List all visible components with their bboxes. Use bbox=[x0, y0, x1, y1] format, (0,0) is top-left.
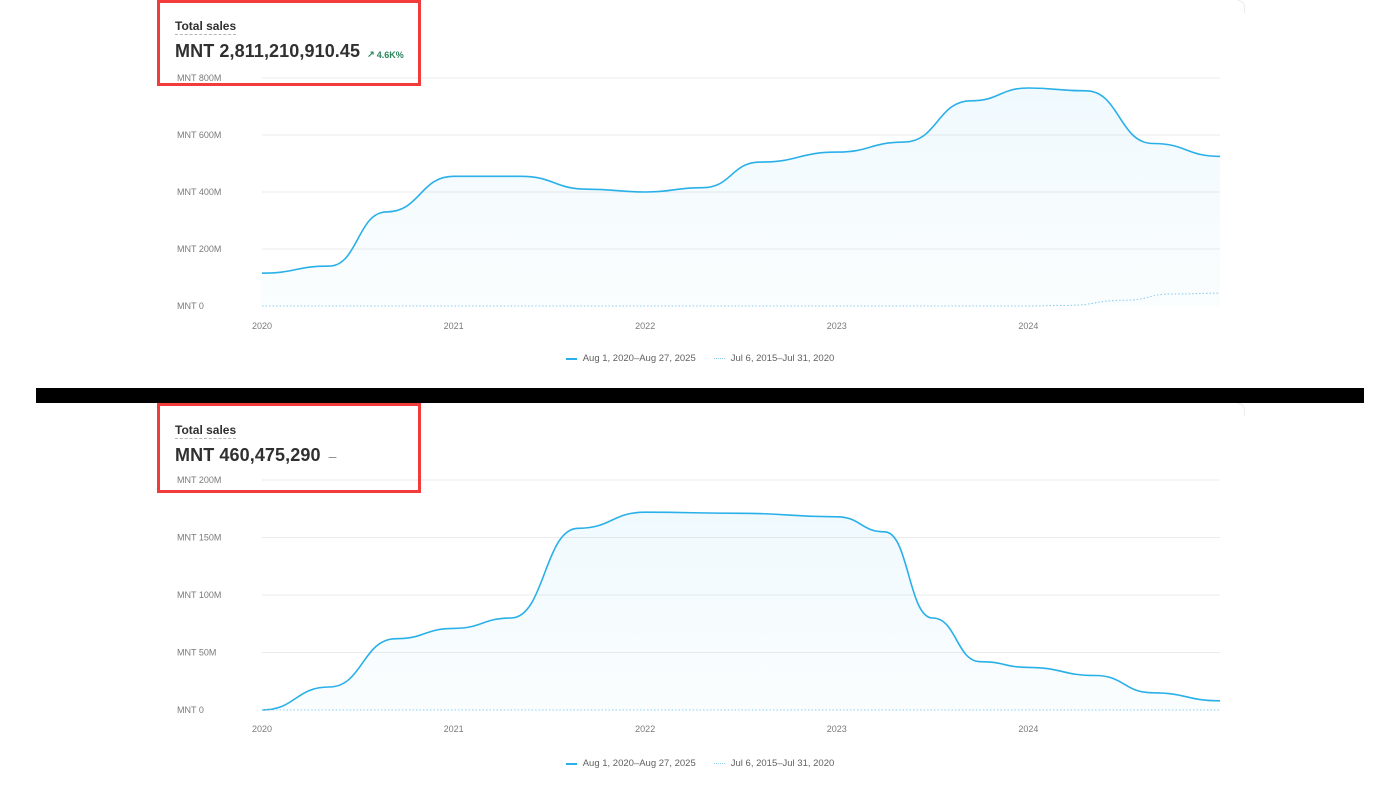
metric-row: MNT 2,811,210,910.45 ↗ 4.6K% bbox=[175, 41, 404, 62]
y-tick-label: MNT 600M bbox=[177, 130, 221, 140]
y-tick-label: MNT 0 bbox=[177, 705, 204, 715]
x-tick-label: 2022 bbox=[635, 724, 655, 734]
metric-value: MNT 460,475,290 bbox=[175, 445, 321, 465]
x-tick-label: 2024 bbox=[1018, 724, 1038, 734]
sales-chart-panel-2: MNT 0 MNT 50M MNT 100M MNT 150M MNT 200M 2020… bbox=[0, 403, 1400, 790]
x-tick-label: 2021 bbox=[444, 321, 464, 331]
legend-swatch-solid bbox=[565, 762, 577, 765]
series-area-current bbox=[262, 88, 1220, 306]
y-tick-label: MNT 100M bbox=[177, 590, 221, 600]
legend-item-previous[interactable]: Jul 6, 2015–Jul 31, 2020 bbox=[713, 758, 835, 769]
legend-item-current[interactable]: Aug 1, 2020–Aug 27, 2025 bbox=[565, 353, 696, 364]
x-tick-label: 2022 bbox=[635, 321, 655, 331]
y-tick-label: MNT 800M bbox=[177, 73, 221, 83]
black-divider-bar bbox=[36, 388, 1364, 403]
y-tick-label: MNT 0 bbox=[177, 301, 204, 311]
change-percent: 4.6K% bbox=[376, 49, 404, 60]
legend-label-previous: Jul 6, 2015–Jul 31, 2020 bbox=[730, 758, 835, 769]
legend-swatch-dotted bbox=[713, 763, 725, 764]
x-tick-label: 2020 bbox=[252, 321, 272, 331]
y-tick-label: MNT 400M bbox=[177, 187, 221, 197]
chart-legend: Aug 1, 2020–Aug 27, 2025 Jul 6, 2015–Jul… bbox=[0, 353, 1400, 364]
x-tick-label: 2024 bbox=[1018, 321, 1038, 331]
metric-title[interactable]: Total sales bbox=[175, 423, 237, 439]
series-area-current bbox=[262, 512, 1220, 710]
sales-chart-panel-1: MNT 0 MNT 200M MNT 400M MNT 600M MNT 800M 202… bbox=[0, 0, 1400, 388]
legend-swatch-dotted bbox=[713, 358, 725, 359]
metric-header: Total sales MNT 2,811,210,910.45 ↗ 4.6K% bbox=[175, 17, 404, 62]
y-tick-label: MNT 150M bbox=[177, 533, 221, 543]
chart-legend: Aug 1, 2020–Aug 27, 2025 Jul 6, 2015–Jul… bbox=[0, 758, 1400, 769]
legend-swatch-solid bbox=[565, 357, 577, 360]
x-tick-label: 2021 bbox=[444, 724, 464, 734]
no-change-dash: – bbox=[328, 448, 337, 464]
change-badge: ↗ 4.6K% bbox=[367, 49, 404, 60]
legend-label-current: Aug 1, 2020–Aug 27, 2025 bbox=[582, 758, 696, 769]
y-tick-label: MNT 200M bbox=[177, 244, 221, 254]
y-tick-label: MNT 50M bbox=[177, 648, 216, 658]
x-tick-label: 2023 bbox=[827, 321, 847, 331]
legend-item-previous[interactable]: Jul 6, 2015–Jul 31, 2020 bbox=[713, 353, 835, 364]
metric-value: MNT 2,811,210,910.45 bbox=[175, 41, 361, 61]
legend-item-current[interactable]: Aug 1, 2020–Aug 27, 2025 bbox=[565, 758, 696, 769]
metric-row: MNT 460,475,290 – bbox=[175, 445, 336, 466]
x-tick-label: 2020 bbox=[252, 724, 272, 734]
metric-title[interactable]: Total sales bbox=[175, 19, 237, 35]
legend-label-current: Aug 1, 2020–Aug 27, 2025 bbox=[582, 353, 696, 364]
legend-label-previous: Jul 6, 2015–Jul 31, 2020 bbox=[730, 353, 835, 364]
x-tick-label: 2023 bbox=[827, 724, 847, 734]
metric-header: Total sales MNT 460,475,290 – bbox=[175, 421, 336, 466]
arrow-up-right-icon: ↗ bbox=[367, 49, 375, 59]
y-tick-label: MNT 200M bbox=[177, 475, 221, 485]
